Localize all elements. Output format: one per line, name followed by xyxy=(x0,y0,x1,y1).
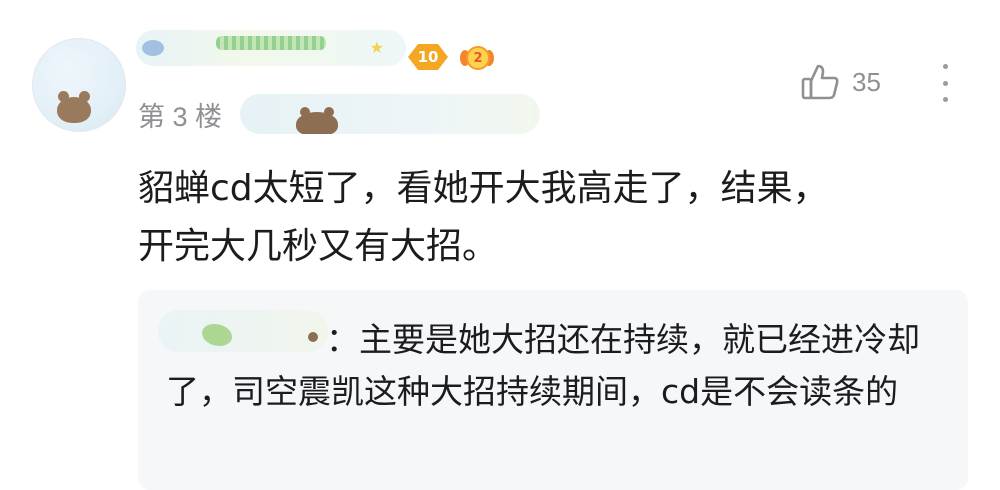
medal-number: 2 xyxy=(466,46,490,70)
like-count: 35 xyxy=(852,66,881,97)
more-options-button[interactable] xyxy=(934,64,956,102)
medal-badge: 2 xyxy=(460,42,494,72)
reply-preview[interactable]: ：主要是她大招还在持续，就已经进冷却了，司空震凯这种大招持续期间，cd是不会读条… xyxy=(138,290,968,490)
star-icon: ★ xyxy=(369,38,384,57)
reply-text: ：主要是她大招还在持续，就已经进冷却了，司空震凯这种大招持续期间，cd是不会读条… xyxy=(166,320,920,411)
thumbs-up-icon xyxy=(800,62,840,102)
floor-decoration xyxy=(240,94,540,134)
more-dot xyxy=(942,97,948,102)
floor-number: 第 3 楼 xyxy=(138,102,223,132)
avatar[interactable] xyxy=(32,38,126,132)
comment-text: 貂蝉cd太短了，看她开大我高走了，结果， 开完大几秒又有大招。 xyxy=(138,168,829,267)
bear-decoration xyxy=(296,107,338,134)
more-dot xyxy=(942,80,948,86)
level-badge: 10 xyxy=(408,44,448,70)
leaf-decoration xyxy=(216,36,326,50)
bear-avatar-image xyxy=(57,91,91,123)
flower-decoration xyxy=(142,40,164,56)
username-decoration[interactable]: ★ xyxy=(136,30,406,66)
like-button[interactable]: 35 xyxy=(800,62,881,102)
more-dot xyxy=(942,64,948,69)
